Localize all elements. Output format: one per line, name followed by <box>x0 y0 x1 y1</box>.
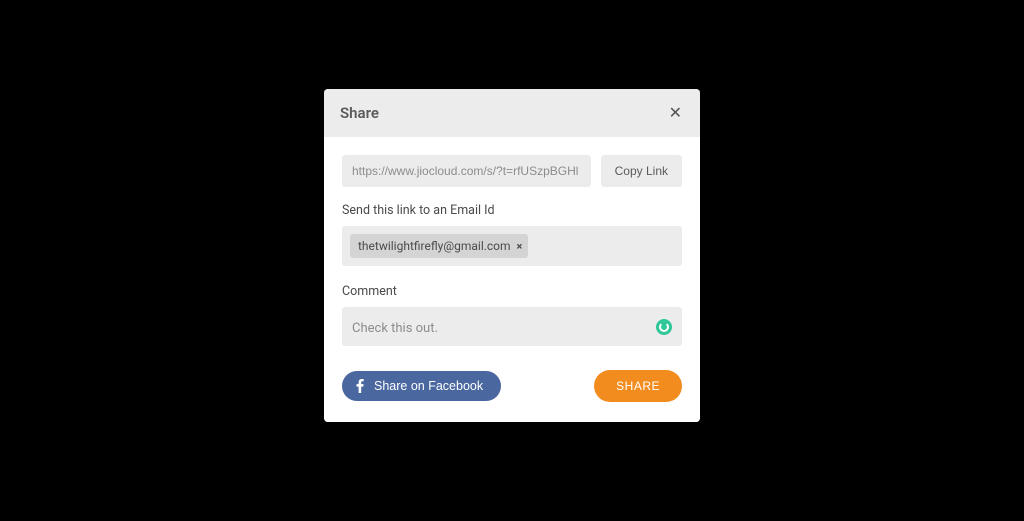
comment-box <box>342 307 682 346</box>
share-link-input[interactable] <box>342 155 591 187</box>
modal-title: Share <box>340 104 379 122</box>
loading-spinner-icon <box>656 319 672 335</box>
remove-chip-icon[interactable]: × <box>517 240 523 253</box>
modal-header: Share ✕ <box>324 89 700 137</box>
email-input-box[interactable]: thetwilightfirefly@gmail.com × <box>342 226 682 266</box>
copy-link-button[interactable]: Copy Link <box>601 155 682 187</box>
comment-label: Comment <box>342 284 682 299</box>
share-modal: Share ✕ Copy Link Send this link to an E… <box>324 89 700 422</box>
email-chip: thetwilightfirefly@gmail.com × <box>350 234 528 258</box>
close-icon[interactable]: ✕ <box>667 103 684 123</box>
share-facebook-button[interactable]: Share on Facebook <box>342 371 501 401</box>
link-row: Copy Link <box>342 155 682 187</box>
comment-input[interactable] <box>352 321 642 336</box>
modal-footer: Share on Facebook SHARE <box>342 370 682 402</box>
email-chip-text: thetwilightfirefly@gmail.com <box>358 239 511 253</box>
fb-button-label: Share on Facebook <box>374 379 483 393</box>
share-button[interactable]: SHARE <box>594 370 682 402</box>
facebook-icon <box>356 379 364 393</box>
modal-body: Copy Link Send this link to an Email Id … <box>324 137 700 422</box>
email-label: Send this link to an Email Id <box>342 203 682 218</box>
